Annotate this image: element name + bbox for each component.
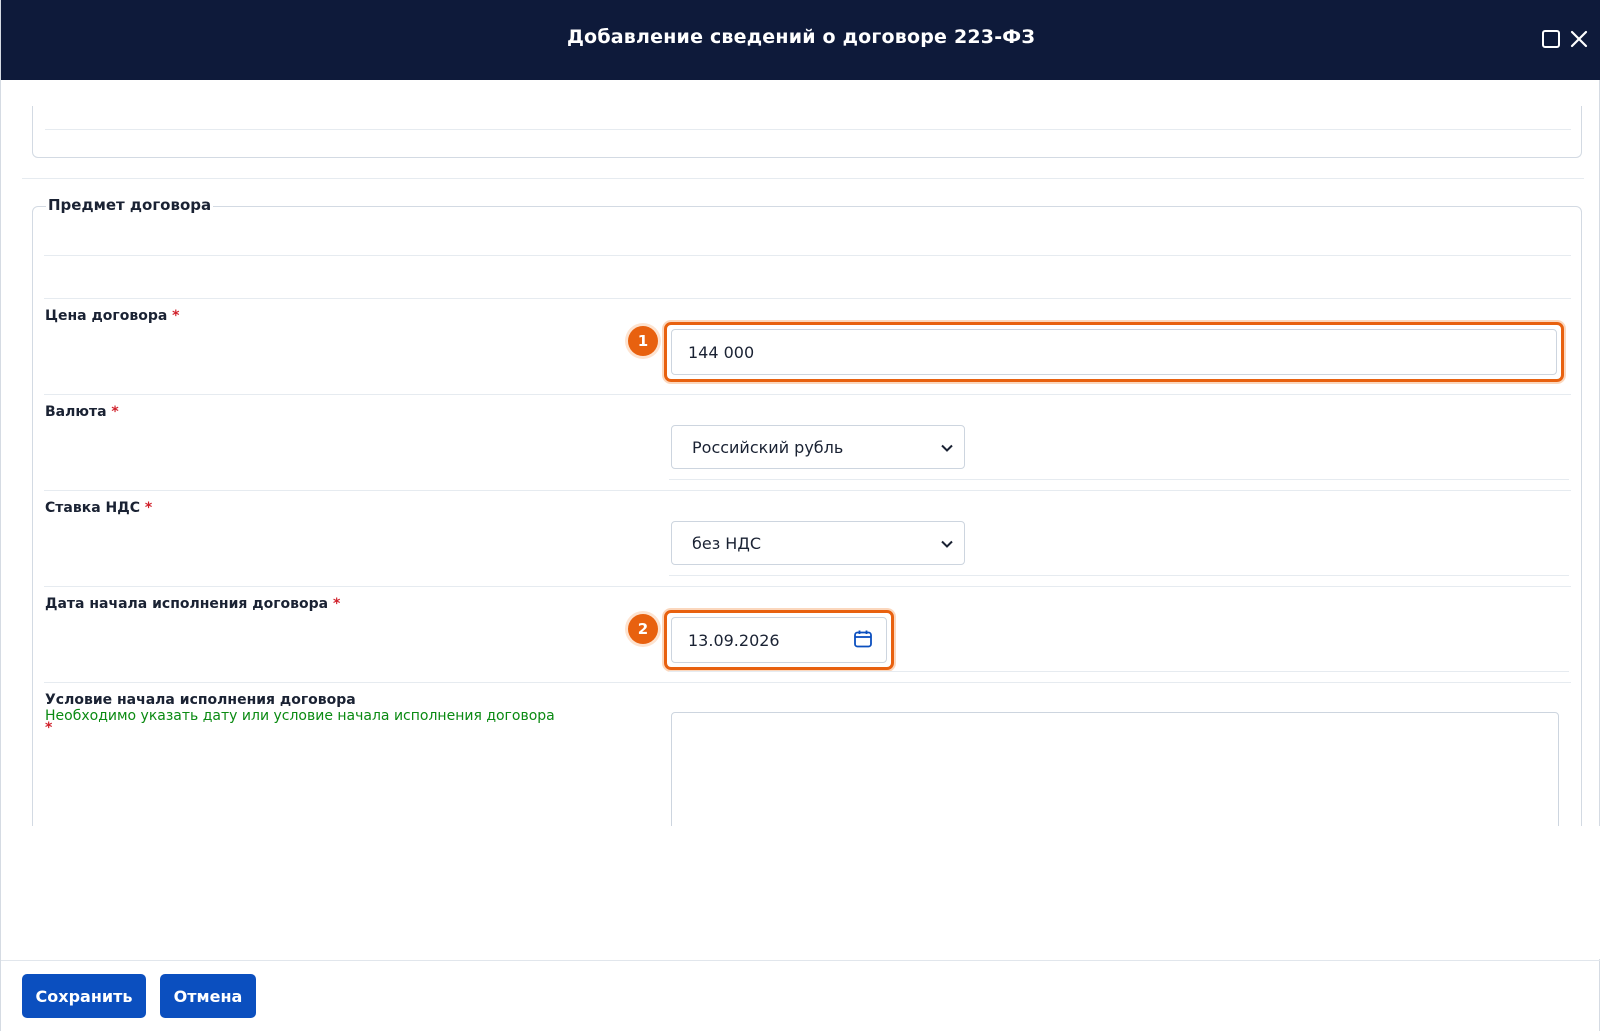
divider xyxy=(45,129,1571,130)
close-icon[interactable] xyxy=(1568,28,1590,50)
annotation-badge: 2 xyxy=(628,614,658,644)
chevron-down-icon xyxy=(940,440,954,459)
required-marker: * xyxy=(332,596,341,612)
required-marker: * xyxy=(45,720,53,736)
divider xyxy=(669,575,1569,576)
divider xyxy=(44,255,1571,256)
start-condition-hint: Необходимо указать дату или условие нача… xyxy=(45,708,555,724)
currency-selected-value: Российский рубль xyxy=(692,437,844,457)
save-button[interactable]: Сохранить xyxy=(22,974,146,1018)
dialog-header: Добавление сведений о договоре 223-ФЗ xyxy=(1,0,1600,80)
currency-select[interactable]: Российский рубль xyxy=(671,425,965,469)
divider xyxy=(44,394,1571,395)
required-marker: * xyxy=(144,500,153,516)
start-date-input[interactable]: 13.09.2026 xyxy=(671,617,887,663)
chevron-down-icon xyxy=(940,536,954,555)
calendar-icon[interactable] xyxy=(852,628,874,654)
cancel-button[interactable]: Отмена xyxy=(160,974,256,1018)
annotation-badge: 1 xyxy=(628,326,658,356)
currency-label: Валюта * xyxy=(45,404,119,420)
vat-select[interactable]: без НДС xyxy=(671,521,965,565)
maximize-icon[interactable] xyxy=(1540,28,1562,50)
previous-section xyxy=(32,106,1582,158)
start-date-label: Дата начала исполнения договора * xyxy=(45,596,341,612)
divider xyxy=(669,671,1569,672)
required-marker: * xyxy=(111,404,119,420)
start-date-value: 13.09.2026 xyxy=(688,630,780,650)
required-marker: * xyxy=(172,308,180,324)
start-condition-label: Условие начала исполнения договора xyxy=(45,692,356,708)
vat-label: Ставка НДС * xyxy=(45,500,153,516)
dialog: Добавление сведений о договоре 223-ФЗ Пр… xyxy=(0,0,1600,1031)
dialog-title: Добавление сведений о договоре 223-ФЗ xyxy=(566,26,1036,48)
divider xyxy=(44,682,1571,683)
section-legend: Предмет договора xyxy=(46,196,214,214)
divider xyxy=(44,586,1571,587)
start-condition-textarea[interactable] xyxy=(671,712,1559,842)
divider xyxy=(22,178,1584,179)
vat-selected-value: без НДС xyxy=(692,533,762,553)
body-bottom-area xyxy=(2,826,1600,959)
divider xyxy=(669,479,1569,480)
divider xyxy=(44,298,1571,299)
divider xyxy=(44,490,1571,491)
footer-divider xyxy=(1,960,1600,961)
price-label: Цена договора * xyxy=(45,308,180,324)
price-input[interactable]: 144 000 xyxy=(671,329,1557,375)
